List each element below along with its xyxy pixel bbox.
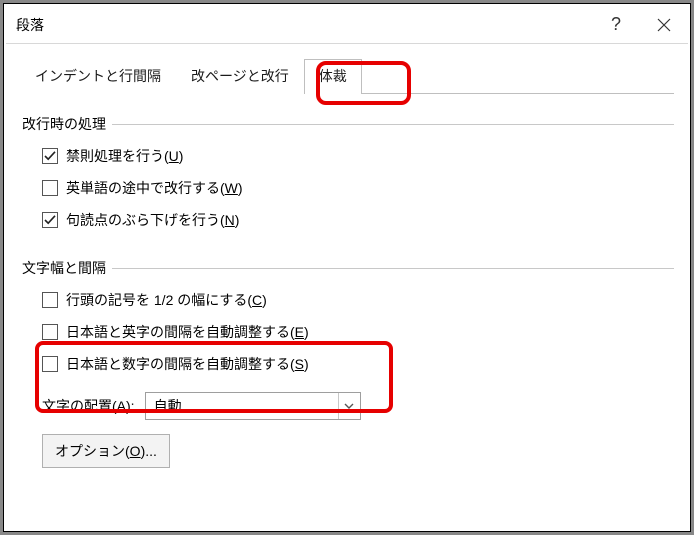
group-linebreak-title: 改行時の処理 [22,114,112,134]
checkbox-kutou-box [42,212,58,228]
checkbox-jpn-eng-spacing-label: 日本語と英字の間隔を自動調整する(E) [66,322,309,342]
titlebar: 段落 ? [6,6,688,44]
checkbox-jpn-eng-spacing[interactable]: 日本語と英字の間隔を自動調整する(E) [42,322,674,342]
checkbox-halfwidth-box [42,292,58,308]
text-alignment-combo[interactable]: 自動 [145,392,361,420]
group-charspacing-body: 行頭の記号を 1/2 の幅にする(C) 日本語と英字の間隔を自動調整する(E) … [22,290,674,420]
checkbox-kutou-label: 句読点のぶら下げを行う(N) [66,210,239,230]
checkbox-kinsoku[interactable]: 禁則処理を行う(U) [42,146,674,166]
tab-strip: インデントと行間隔 改ページと改行 体裁 [20,58,674,94]
checkbox-halfwidth-label: 行頭の記号を 1/2 の幅にする(C) [66,290,267,310]
dialog-content: インデントと行間隔 改ページと改行 体裁 改行時の処理 禁則処理を行う(U) [6,44,688,529]
close-button[interactable] [640,6,688,43]
checkmark-icon [44,214,56,226]
checkbox-kinsoku-box [42,148,58,164]
checkbox-eiword-label: 英単語の途中で改行する(W) [66,178,243,198]
chevron-down-icon [344,401,354,411]
group-linebreak-body: 禁則処理を行う(U) 英単語の途中で改行する(W) 句読点のぶら下げを行う(N) [22,146,674,230]
text-alignment-label: 文字の配置(A): [42,396,135,416]
checkbox-jpn-num-spacing[interactable]: 日本語と数字の間隔を自動調整する(S) [42,354,674,374]
options-button[interactable]: オプション(O)... [42,434,170,468]
dialog-title: 段落 [16,15,592,35]
checkbox-jpn-num-spacing-box [42,356,58,372]
tab-pane-typography: 改行時の処理 禁則処理を行う(U) 英単語の途中で改行する( [20,94,674,468]
checkbox-jpn-eng-spacing-box [42,324,58,340]
paragraph-dialog: 段落 ? インデントと行間隔 改ページと改行 体裁 改行時の処理 [6,6,688,529]
checkbox-jpn-num-spacing-label: 日本語と数字の間隔を自動調整する(S) [66,354,309,374]
group-linebreak-header: 改行時の処理 [22,114,674,134]
text-alignment-value: 自動 [146,396,338,416]
help-button[interactable]: ? [592,6,640,43]
checkmark-icon [44,150,56,162]
checkbox-halfwidth[interactable]: 行頭の記号を 1/2 の幅にする(C) [42,290,674,310]
group-charspacing: 文字幅と間隔 行頭の記号を 1/2 の幅にする(C) 日本語 [22,258,674,468]
tab-typography[interactable]: 体裁 [304,59,362,94]
close-icon [657,18,671,32]
checkbox-eiword-box [42,180,58,196]
checkbox-eiword[interactable]: 英単語の途中で改行する(W) [42,178,674,198]
tab-indent[interactable]: インデントと行間隔 [20,59,176,94]
text-alignment-row: 文字の配置(A): 自動 [42,392,674,420]
checkbox-kutou[interactable]: 句読点のぶら下げを行う(N) [42,210,674,230]
checkbox-kinsoku-label: 禁則処理を行う(U) [66,146,183,166]
group-charspacing-header: 文字幅と間隔 [22,258,674,278]
group-linebreak: 改行時の処理 禁則処理を行う(U) 英単語の途中で改行する( [22,114,674,230]
group-divider-line [112,268,674,269]
combo-dropdown-button[interactable] [338,393,360,419]
group-charspacing-title: 文字幅と間隔 [22,258,112,278]
group-divider-line [112,124,674,125]
tab-pagebreak[interactable]: 改ページと改行 [176,59,304,94]
